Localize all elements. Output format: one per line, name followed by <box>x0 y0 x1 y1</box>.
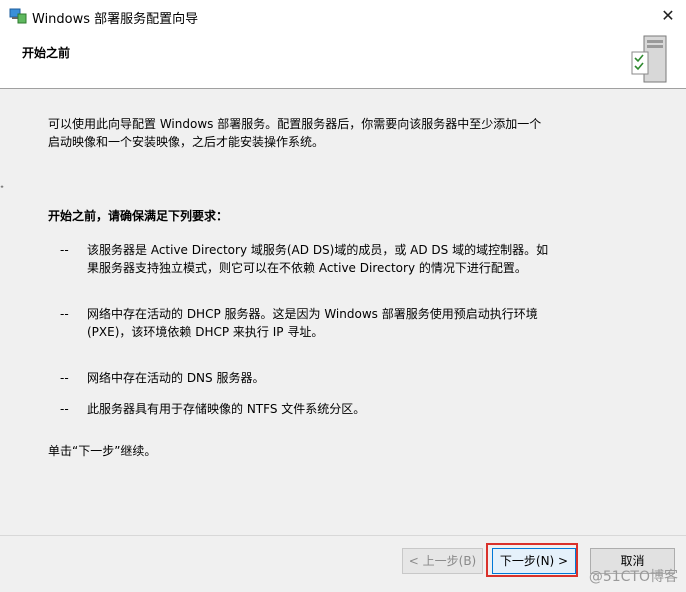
page-title: 开始之前 <box>22 46 71 60</box>
left-edge-mark: ᐩ <box>0 184 4 195</box>
window-title: Windows 部署服务配置向导 <box>32 12 199 27</box>
server-icon <box>631 35 667 83</box>
back-button[interactable]: < 上一步(B) <box>402 548 483 574</box>
close-icon: ✕ <box>661 6 675 25</box>
intro-text: 可以使用此向导配置 Windows 部署服务。配置服务器后，你需要向该服务器中至… <box>48 117 542 149</box>
wizard-header: 开始之前 <box>0 32 686 89</box>
title-bar: Windows 部署服务配置向导 ✕ <box>0 0 686 32</box>
requirements-heading: 开始之前，请确保满足下列要求： <box>48 209 229 223</box>
wizard-footer: < 上一步(B) 下一步(N) > 取消 @51CTO博客 <box>0 535 686 592</box>
wizard-content: ᐩ 可以使用此向导配置 Windows 部署服务。配置服务器后，你需要向该服务器… <box>0 89 686 535</box>
deployment-services-icon <box>9 8 27 24</box>
continue-instruction: 单击“下一步”继续。 <box>48 444 157 458</box>
close-button[interactable]: ✕ <box>650 0 686 32</box>
next-button[interactable]: 下一步(N) > <box>492 548 576 574</box>
watermark: @51CTO博客 <box>588 569 678 585</box>
